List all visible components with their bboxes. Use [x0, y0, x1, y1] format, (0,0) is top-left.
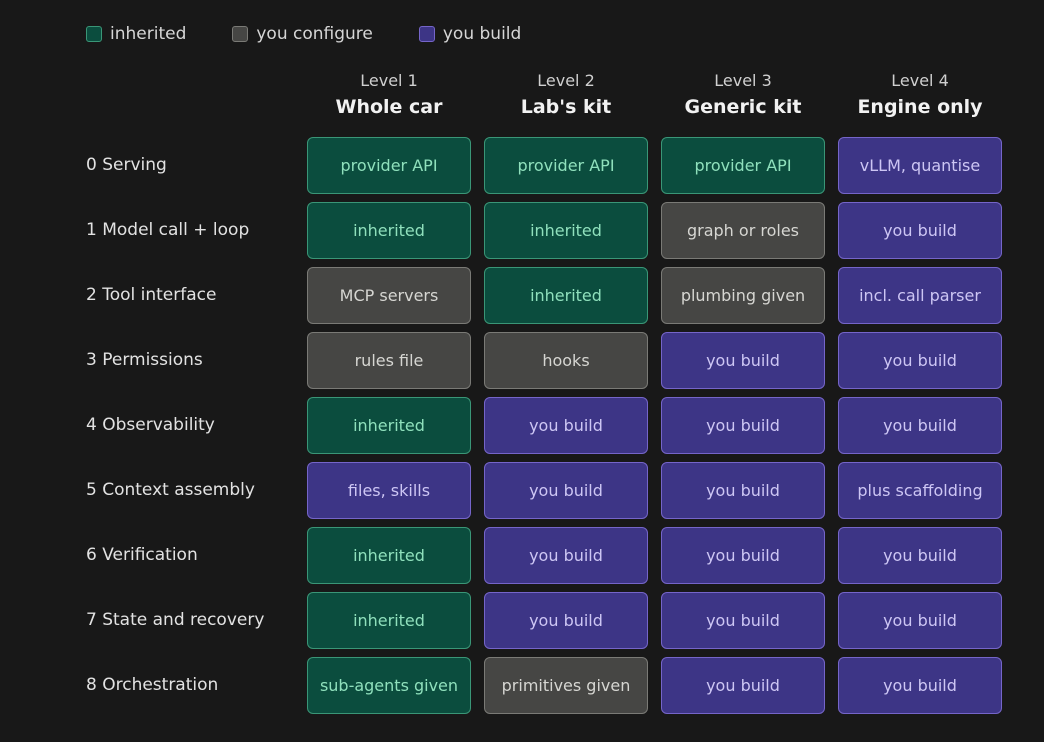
cell-configure: rules file: [307, 332, 471, 389]
row-label: 3 Permissions: [86, 350, 203, 370]
cell-build: vLLM, quantise: [838, 137, 1002, 194]
legend-item-configure: you configure: [232, 24, 373, 44]
legend-swatch: [418, 26, 435, 42]
column-level: Level 1: [360, 71, 418, 90]
column-header-level-4: Level 4 Engine only: [838, 70, 1002, 122]
cell-build: you build: [484, 592, 648, 649]
cell-build: you build: [661, 592, 825, 649]
legend-label: you build: [442, 24, 522, 44]
legend-swatch: [232, 26, 249, 42]
cell-build: you build: [661, 462, 825, 519]
cell-build: you build: [838, 332, 1002, 389]
cell-build: you build: [661, 397, 825, 454]
cell-build: you build: [838, 657, 1002, 714]
column-name: Lab's kit: [520, 96, 612, 118]
cell-build: you build: [661, 332, 825, 389]
cell-build: plus scaffolding: [838, 462, 1002, 519]
cell-inherited: inherited: [307, 592, 471, 649]
cell-build: you build: [838, 202, 1002, 259]
cell-build: incl. call parser: [838, 267, 1002, 324]
legend-label: inherited: [110, 24, 187, 44]
cell-build: you build: [484, 462, 648, 519]
row-label: 5 Context assembly: [86, 480, 255, 500]
cell-build: you build: [484, 527, 648, 584]
cell-configure: plumbing given: [661, 267, 825, 324]
column-level: Level 2: [537, 71, 595, 90]
column-level: Level 3: [714, 71, 772, 90]
cell-build: files, skills: [307, 462, 471, 519]
cell-inherited: inherited: [307, 527, 471, 584]
cell-configure: MCP servers: [307, 267, 471, 324]
column-header-level-3: Level 3 Generic kit: [661, 70, 825, 122]
cell-inherited: inherited: [307, 397, 471, 454]
cell-inherited: inherited: [484, 202, 648, 259]
cell-build: you build: [838, 527, 1002, 584]
cell-inherited: provider API: [661, 137, 825, 194]
cell-build: you build: [661, 527, 825, 584]
row-label: 6 Verification: [86, 545, 198, 565]
cell-inherited: provider API: [484, 137, 648, 194]
row-label: 0 Serving: [86, 155, 167, 175]
row-label: 4 Observability: [86, 415, 215, 435]
cell-build: you build: [661, 657, 825, 714]
column-header-level-1: Level 1 Whole car: [307, 70, 471, 122]
row-label: 2 Tool interface: [86, 285, 217, 305]
cell-inherited: inherited: [307, 202, 471, 259]
legend: inherited you configure you build: [86, 22, 521, 46]
legend-item-build: you build: [418, 24, 522, 44]
cell-inherited: provider API: [307, 137, 471, 194]
cell-configure: primitives given: [484, 657, 648, 714]
legend-item-inherited: inherited: [86, 24, 186, 44]
legend-label: you configure: [256, 24, 373, 44]
column-name: Engine only: [857, 96, 983, 118]
cell-inherited: sub-agents given: [307, 657, 471, 714]
cell-inherited: inherited: [484, 267, 648, 324]
legend-swatch: [86, 26, 102, 42]
row-label: 8 Orchestration: [86, 675, 219, 695]
column-header-level-2: Level 2 Lab's kit: [484, 70, 648, 122]
column-name: Whole car: [335, 96, 443, 118]
cell-build: you build: [838, 397, 1002, 454]
cell-configure: graph or roles: [661, 202, 825, 259]
cell-configure: hooks: [484, 332, 648, 389]
cell-build: you build: [484, 397, 648, 454]
column-level: Level 4: [891, 71, 949, 90]
column-name: Generic kit: [684, 96, 802, 118]
cell-build: you build: [838, 592, 1002, 649]
row-label: 7 State and recovery: [86, 610, 265, 630]
row-label: 1 Model call + loop: [86, 220, 250, 240]
